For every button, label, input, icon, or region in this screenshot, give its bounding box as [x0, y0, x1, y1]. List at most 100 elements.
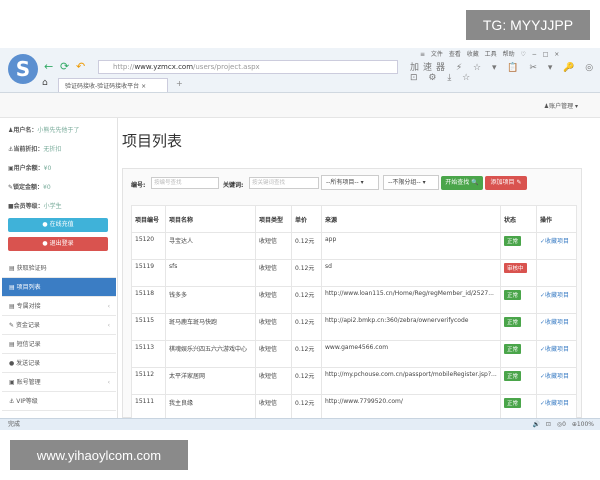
keyword-label: 关键词: — [223, 182, 244, 189]
cell-action — [536, 259, 577, 287]
project-select[interactable]: --所有项目-- ▾ — [321, 175, 379, 190]
table-row: 15119 sfs 收短信 0.12元 sd 审核中 — [131, 259, 577, 287]
cell-type: 收短信 — [255, 259, 292, 287]
sidebar-item-sms-records[interactable]: ▤ 短信记录 — [2, 335, 116, 354]
browser-tab[interactable]: 验证码接收-验证码接收平台 × — [58, 78, 168, 92]
chevron-left-icon: ‹ — [107, 303, 110, 310]
sidebar-item-funds[interactable]: ✎ 资金记录 ‹ — [2, 316, 116, 335]
cell-name: 寻宝达人 — [165, 232, 256, 260]
cell-id: 15115 — [131, 313, 166, 341]
sidebar-item-vip[interactable]: ⚓ VIP等级 — [2, 392, 116, 411]
cell-id: 15120 — [131, 232, 166, 260]
info-label: ■会员等级： — [8, 203, 44, 210]
project-table: 项目编号 项目名称 项目类型 单价 来源 状态 操作 15120 寻宝达人 收短信 0… — [131, 205, 577, 422]
cell-price: 0.12元 — [291, 367, 322, 395]
status-badge: 正常 — [504, 371, 522, 381]
info-discount: ⚓当前折扣：无折扣 — [8, 144, 61, 153]
cell-action: ✓收藏项目 — [536, 340, 577, 368]
table-row: 15118 钱多多 收短信 0.12元 http://www.loan115.cn/Ho… — [131, 286, 577, 314]
search-button[interactable]: 开始查找 🔍 — [441, 176, 483, 190]
browser-menu[interactable]: ≡ 文件 查看 收藏 工具 帮助 ♡ − □ × — [420, 49, 559, 58]
account-menu[interactable]: ♟账户管理 ▾ — [544, 101, 578, 110]
favorite-project-link[interactable]: ✓收藏项目 — [540, 319, 569, 326]
url-prefix: http:// — [113, 63, 135, 71]
sidebar-item-label: ⚓ VIP等级 — [9, 398, 38, 405]
home-icon[interactable]: ⌂ — [42, 78, 48, 88]
cell-source: http://api2.bmkp.cn:360/zebra/ownerverif… — [321, 313, 501, 341]
watermark-bottom: www.yihaoylcom.com — [10, 440, 188, 470]
cell-id: 15113 — [131, 340, 166, 368]
favorite-project-link[interactable]: ✓收藏项目 — [540, 346, 569, 353]
info-username: ♟用户名：小熊先先他于了 — [8, 125, 79, 134]
sidebar-item-account[interactable]: ▣ 账号管理 ‹ — [2, 373, 116, 392]
sidebar-item-get-code[interactable]: ▤ 获取验证码 — [2, 259, 116, 278]
new-tab-icon[interactable]: + — [176, 79, 183, 88]
info-balance: ▣用户余额：¥0 — [8, 163, 51, 172]
info-value: 无折扣 — [43, 146, 62, 153]
cell-name: 棋魂娱乐兴四五六六游戏中心 — [165, 340, 256, 368]
sidebar: ♟用户名：小熊先先他于了 ⚓当前折扣：无折扣 ▣用户余额：¥0 ✎锁定金额：¥0… — [0, 118, 118, 418]
cell-source: http://my.pchouse.com.cn/passport/mobile… — [321, 367, 501, 395]
col-id: 项目编号 — [131, 205, 166, 233]
favorite-project-link[interactable]: ✓收藏项目 — [540, 238, 569, 245]
favorite-project-link[interactable]: ✓收藏项目 — [540, 373, 569, 380]
status-icons[interactable]: 🔊 ⊡ ◎0 ⊕100% — [533, 419, 594, 430]
table-header: 项目编号 项目名称 项目类型 单价 来源 状态 操作 — [131, 205, 577, 233]
sidebar-item-dedicated[interactable]: ▤ 专属对接 ‹ — [2, 297, 116, 316]
info-label: ♟用户名： — [8, 127, 38, 134]
col-price: 单价 — [291, 205, 322, 233]
favorite-project-link[interactable]: ✓收藏项目 — [540, 292, 569, 299]
sidebar-item-label: ▣ 账号管理 — [9, 379, 41, 386]
info-value: ¥0 — [43, 165, 52, 172]
address-bar[interactable]: http://www.yzmcx.com/users/project.aspx — [98, 60, 398, 74]
browser-toolbar[interactable]: 加速器 ⚡ ☆ ▾ 📋 ✂ ▾ 🔑 ◎ ⊡ ⚙ ⤓ ☆ — [410, 60, 600, 83]
group-select[interactable]: --不限分组-- ▾ — [383, 175, 439, 190]
logout-button[interactable]: ● 退出登录 — [8, 237, 108, 251]
status-text: 完成 — [8, 421, 21, 428]
col-action: 操作 — [536, 205, 577, 233]
back-icon[interactable]: ← — [44, 60, 53, 73]
info-label: ⚓当前折扣： — [8, 146, 44, 153]
info-value: 小熊先先他于了 — [37, 127, 80, 134]
cell-status: 正常 — [500, 340, 537, 368]
cell-action: ✓收藏项目 — [536, 367, 577, 395]
status-badge: 正常 — [504, 236, 522, 246]
cell-action: ✓收藏项目 — [536, 286, 577, 314]
sidebar-item-project-list[interactable]: ▤ 项目列表 — [2, 278, 116, 297]
col-name: 项目名称 — [165, 205, 256, 233]
cell-type: 收短信 — [255, 232, 292, 260]
col-source: 来源 — [321, 205, 501, 233]
status-badge: 审核中 — [504, 263, 527, 273]
keyword-input[interactable]: 按关键词查找 — [249, 177, 319, 189]
info-locked: ✎锁定金额：¥0 — [8, 182, 51, 191]
sidebar-item-send-records[interactable]: ● 发送记录 — [2, 354, 116, 373]
online-recharge-button[interactable]: ● 在线充值 — [8, 218, 108, 232]
add-project-button[interactable]: 添加项目 ✎ — [485, 176, 527, 190]
undo-icon[interactable]: ↶ — [76, 60, 85, 73]
refresh-icon[interactable]: ⟳ — [60, 60, 69, 73]
table-row: 15120 寻宝达人 收短信 0.12元 app 正常 ✓收藏项目 — [131, 232, 577, 260]
cell-type: 收短信 — [255, 286, 292, 314]
page-header: ♟账户管理 ▾ — [0, 93, 600, 118]
cell-price: 0.12元 — [291, 232, 322, 260]
cell-type: 收短信 — [255, 367, 292, 395]
browser-logo: S — [8, 54, 38, 84]
tab-close-icon[interactable]: × — [141, 83, 146, 90]
cell-status: 正常 — [500, 367, 537, 395]
favorite-project-link[interactable]: ✓收藏项目 — [540, 400, 569, 407]
table-row: 15115 斑马鹿车斑马快跑 收短信 0.12元 http://api2.bmkp.cn… — [131, 313, 577, 341]
status-badge: 正常 — [504, 398, 522, 408]
id-label: 编号: — [131, 182, 146, 189]
sidebar-item-label: ✎ 资金记录 — [9, 322, 40, 329]
cell-source: http://www.loan115.cn/Home/Reg/regMember… — [321, 286, 501, 314]
cell-name: 斑马鹿车斑马快跑 — [165, 313, 256, 341]
chevron-left-icon: ‹ — [107, 322, 110, 329]
project-panel: 编号: 按编号查找 关键词: 按关键词查找 --所有项目-- ▾ --不限分组-… — [122, 168, 582, 422]
cell-status: 审核中 — [500, 259, 537, 287]
chevron-left-icon: ‹ — [107, 379, 110, 386]
sidebar-item-label: ▤ 获取验证码 — [9, 265, 47, 272]
id-input[interactable]: 按编号查找 — [151, 177, 219, 189]
col-status: 状态 — [500, 205, 537, 233]
url-path: /users/project.aspx — [193, 63, 260, 71]
cell-price: 0.12元 — [291, 340, 322, 368]
